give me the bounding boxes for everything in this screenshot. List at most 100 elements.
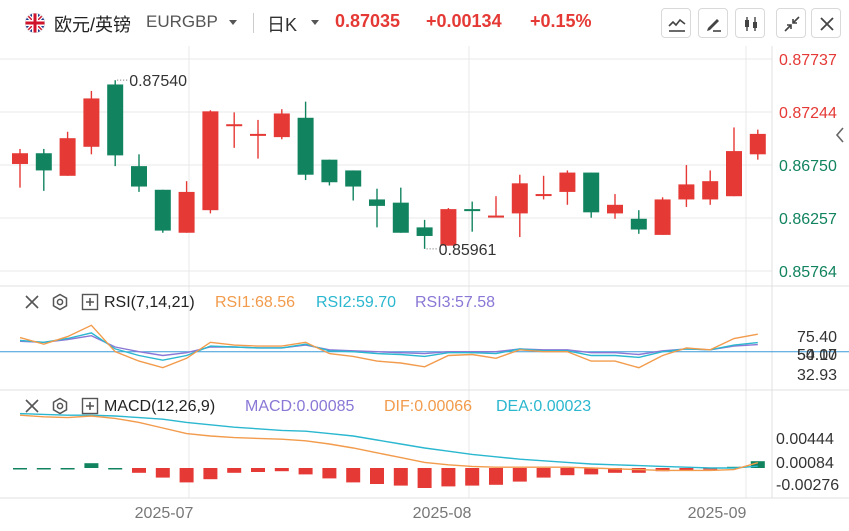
- candle-body: [464, 209, 481, 212]
- scroll-left-icon[interactable]: [835, 127, 844, 143]
- candle-body: [369, 199, 385, 206]
- macd-legend: MACD(12,26,9) MACD:0.00085 DIF:0.00066 D…: [0, 394, 849, 418]
- settings-icon[interactable]: [51, 397, 69, 415]
- candle-body: [726, 151, 742, 197]
- rsi2-line: [19, 332, 758, 361]
- rsi2-value: RSI2:59.70: [316, 294, 397, 311]
- macd-histogram-bar: [370, 468, 384, 484]
- macd-histogram-bar: [132, 468, 146, 473]
- time-tick-label: 2025-08: [413, 505, 472, 522]
- candle-body: [583, 172, 600, 213]
- macd-histogram-bar: [13, 468, 27, 470]
- macd-tick-label: -0.00276: [776, 477, 839, 494]
- grid-lines: [0, 46, 849, 499]
- rsi-indicator-name[interactable]: RSI(7,14,21): [104, 294, 195, 312]
- candle-body: [749, 133, 766, 155]
- macd-histogram-bar: [346, 468, 361, 483]
- candle-body: [511, 183, 528, 214]
- settings-icon[interactable]: [51, 293, 69, 311]
- rsi-tick-label: 32.93: [797, 367, 837, 384]
- candle-body: [440, 209, 457, 246]
- candle-body: [345, 170, 362, 187]
- candle-body: [178, 191, 195, 233]
- price-tick-label: 0.87737: [779, 52, 837, 69]
- last-price: 0.87035: [335, 11, 401, 31]
- collapse-icon: [784, 16, 800, 32]
- period-dropdown-icon[interactable]: [311, 20, 319, 25]
- draw-pencil-icon: [707, 19, 721, 32]
- candle-body: [226, 124, 243, 127]
- macd-histogram-bar: [512, 468, 527, 482]
- candle-body: [12, 153, 28, 164]
- rsi-tick-label: 75.40: [797, 329, 837, 346]
- candle-body: [535, 194, 552, 197]
- symbol-name[interactable]: 欧元/英镑: [54, 11, 131, 37]
- candle-body: [416, 227, 433, 236]
- candle-body: [131, 166, 147, 187]
- rsi3-value: RSI3:57.58: [415, 294, 496, 311]
- macd-tick-label: 0.00444: [776, 431, 834, 448]
- candle-body: [392, 202, 409, 233]
- candle-body: [488, 215, 504, 218]
- price-axis: 0.87737 0.87244 0.86750 0.86257 0.85764: [779, 52, 837, 281]
- time-tick-label: 2025-09: [688, 505, 747, 522]
- candle-body: [654, 199, 671, 235]
- candle-body: [35, 153, 52, 171]
- time-axis: 2025-07 2025-08 2025-09: [135, 505, 747, 522]
- macd-histogram-bar: [465, 468, 480, 486]
- macd-histogram-bar: [584, 468, 599, 475]
- add-indicator-icon[interactable]: [81, 397, 99, 415]
- header-divider: [253, 13, 254, 33]
- price-tick-label: 0.87244: [779, 105, 837, 122]
- collapse-button[interactable]: [776, 8, 806, 38]
- rsi1-value: RSI1:68.56: [215, 294, 296, 311]
- macd-histogram-bar: [489, 468, 503, 485]
- candle-body: [630, 218, 647, 230]
- macd-histogram-bar: [251, 468, 265, 472]
- macd-histogram-bar: [227, 468, 242, 473]
- macd-value: MACD:0.00085: [245, 398, 355, 415]
- macd-tick-label: 0.00084: [776, 455, 834, 472]
- rsi-legend: RSI(7,14,21) RSI1:68.56 RSI2:59.70 RSI3:…: [0, 290, 849, 314]
- macd-indicator-name[interactable]: MACD(12,26,9): [104, 398, 215, 416]
- period-selector[interactable]: 日K: [267, 11, 297, 37]
- candle-type-icon: [745, 17, 757, 31]
- dif-line: [19, 414, 758, 472]
- line-chart-button[interactable]: [661, 8, 691, 38]
- draw-tool-button[interactable]: [698, 8, 728, 38]
- candle-body: [297, 117, 314, 175]
- candle-body: [107, 84, 124, 156]
- time-tick-label: 2025-07: [135, 505, 194, 522]
- candle-body: [702, 181, 719, 200]
- price-change: +0.00134: [426, 11, 502, 31]
- macd-histogram-bar: [274, 468, 289, 472]
- chart-header: 欧元/英镑 EURGBP 日K 0.87035 +0.00134 +0.15%: [0, 0, 849, 46]
- eu-uk-flag-icon: [25, 13, 45, 33]
- symbol-code[interactable]: EURGBP: [146, 12, 218, 32]
- close-button[interactable]: [811, 8, 841, 38]
- candle-type-button[interactable]: [735, 8, 765, 38]
- macd-histogram-bar: [60, 468, 75, 470]
- symbol-dropdown-icon[interactable]: [229, 20, 237, 25]
- macd-histogram-bar: [203, 468, 218, 480]
- add-indicator-icon[interactable]: [81, 293, 99, 311]
- candle-body: [83, 98, 100, 147]
- remove-indicator-icon[interactable]: [23, 293, 41, 311]
- candle-body: [607, 204, 623, 214]
- rsi-panel: 75.4054.1750.0032.93: [0, 324, 849, 384]
- low-price-label: 0.85961: [439, 242, 497, 259]
- dea-line: [19, 412, 758, 469]
- price-tick-label: 0.85764: [779, 264, 837, 281]
- candle-body: [154, 189, 171, 231]
- price-change-percent: +0.15%: [530, 11, 592, 31]
- remove-indicator-icon[interactable]: [23, 397, 41, 415]
- chart-canvas[interactable]: 0.87737 0.87244 0.86750 0.86257 0.85764 0.87…: [0, 46, 849, 531]
- high-price-label: 0.87540: [129, 73, 187, 90]
- candle-body: [321, 159, 338, 183]
- macd-histogram-bar: [179, 468, 194, 483]
- candle-body: [678, 184, 695, 200]
- macd-histogram-bar: [36, 468, 51, 470]
- macd-histogram-bar: [560, 468, 575, 476]
- dif-value: DIF:0.00066: [384, 398, 473, 415]
- candle-body: [559, 172, 576, 192]
